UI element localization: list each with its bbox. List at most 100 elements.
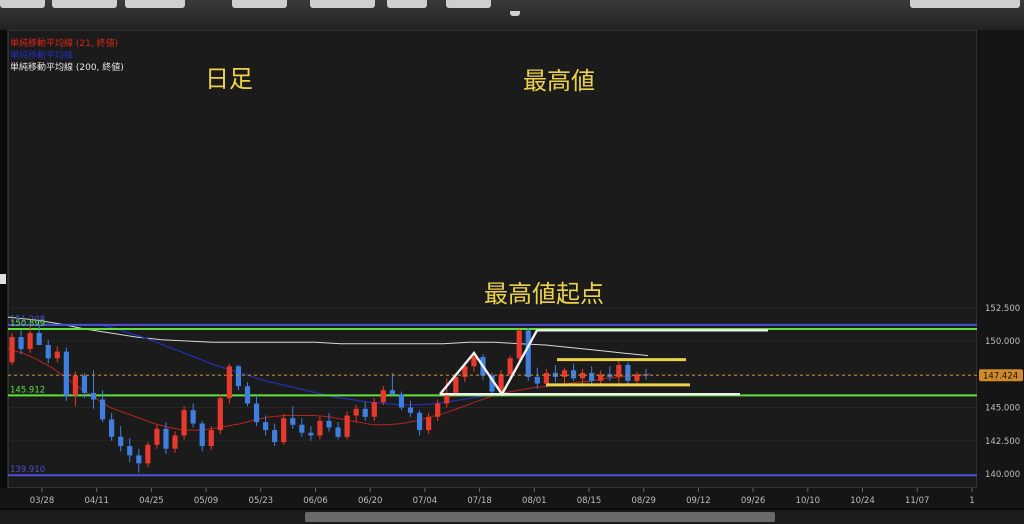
candle-body <box>362 408 368 417</box>
x-tick-label: 11/07 <box>905 496 930 506</box>
level-label: 139.910 <box>10 465 45 475</box>
candle-body <box>543 372 549 384</box>
candle-body <box>54 351 60 359</box>
candle-body <box>81 375 88 393</box>
x-tick-label: 06/06 <box>303 496 328 506</box>
candle-body <box>335 427 341 437</box>
candle-body <box>263 422 269 431</box>
candle-body <box>136 455 142 464</box>
x-tick-label: 1 <box>969 496 974 506</box>
candle <box>63 347 69 401</box>
candle-body <box>145 444 151 464</box>
candle-body <box>371 402 377 417</box>
price-axis <box>977 30 1024 488</box>
candle-body <box>281 418 287 443</box>
candle-body <box>208 430 214 447</box>
candle-body <box>190 410 196 424</box>
high-label: 最高値 <box>523 67 595 95</box>
candle-body <box>163 428 169 449</box>
candle <box>398 391 405 411</box>
timeframe-label: 日足 <box>205 65 253 93</box>
x-tick-label: 07/18 <box>467 496 492 506</box>
candle-body <box>226 366 232 399</box>
x-tick-label: 10/10 <box>796 496 821 506</box>
scroll-thumb[interactable] <box>305 512 775 522</box>
toolbar <box>0 0 1024 30</box>
candle-body <box>127 446 133 456</box>
toolbar-tab-2[interactable] <box>52 0 117 8</box>
candle <box>9 333 15 365</box>
candle-body <box>27 333 33 349</box>
candle-body <box>72 375 78 396</box>
candle-body <box>109 419 115 437</box>
toolbar-tab-1[interactable] <box>0 0 45 8</box>
candle-body <box>253 403 260 423</box>
toolbar-tab-9[interactable] <box>910 0 1020 8</box>
legend-sma200: 単純移動平均線 (200, 終値) <box>10 63 124 73</box>
candle-body <box>561 370 568 377</box>
candle-body <box>154 428 160 445</box>
legend-sma-blue: 単純移動平均線 <box>10 51 74 61</box>
y-tick-label: 152.500 <box>985 304 1020 314</box>
candle-body <box>217 398 223 431</box>
high-origin-label: 最高値起点 <box>484 280 604 308</box>
candle-body <box>516 330 522 359</box>
candle-body <box>172 435 178 449</box>
candle <box>217 394 223 435</box>
candle-body <box>63 351 69 396</box>
x-tick-label: 08/29 <box>631 496 656 506</box>
x-tick-label: 05/09 <box>194 496 219 506</box>
candle-body <box>570 370 577 379</box>
candle <box>525 327 531 381</box>
candle-body <box>99 399 106 420</box>
x-tick-label: 08/15 <box>577 496 602 506</box>
candle-body <box>353 408 359 416</box>
y-tick-label: 140.000 <box>985 470 1020 480</box>
candle-body <box>90 392 97 400</box>
candle <box>281 414 287 445</box>
candle-body <box>534 376 540 384</box>
candle-body <box>308 432 314 436</box>
candle-body <box>435 403 441 417</box>
candle-body <box>453 376 459 393</box>
candle <box>344 411 350 440</box>
candle-body <box>45 344 51 359</box>
toolbar-tab-3[interactable] <box>125 0 185 8</box>
x-tick-label: 04/25 <box>139 496 164 506</box>
candle-body <box>317 420 323 436</box>
last-price-label: 147.424 <box>983 371 1018 381</box>
x-tick-label: 06/20 <box>358 496 383 506</box>
candle-body <box>398 394 405 408</box>
candle-body <box>471 356 477 367</box>
toolbar-tab-8[interactable] <box>510 11 520 16</box>
toolbar-tab-7[interactable] <box>446 0 491 8</box>
price-chart[interactable]: 152.500150.000147.500145.000142.500140.0… <box>0 30 1024 524</box>
candle-body <box>235 366 242 387</box>
candle-body <box>389 390 395 395</box>
candle-body <box>36 333 42 345</box>
indicator-legend: 単純移動平均線 (21, 終値) 単純移動平均線 単純移動平均線 (200, 終… <box>10 38 124 74</box>
candle-body <box>507 358 513 375</box>
level-label: 150.899 <box>10 319 45 329</box>
x-tick-label: 09/12 <box>686 496 711 506</box>
candle-body <box>380 390 386 403</box>
y-tick-label: 145.000 <box>985 404 1020 414</box>
toolbar-tab-5[interactable] <box>310 0 375 8</box>
toolbar-tab-6[interactable] <box>387 0 427 8</box>
legend-sma21: 単純移動平均線 (21, 終値) <box>10 39 119 49</box>
candle-body <box>426 416 432 431</box>
y-tick-label: 150.000 <box>985 337 1020 347</box>
x-tick-label: 08/01 <box>522 496 547 506</box>
candle-body <box>344 415 350 437</box>
candle-body <box>181 410 187 436</box>
x-tick-label: 03/28 <box>30 496 55 506</box>
candle-body <box>18 337 24 349</box>
toolbar-tab-4[interactable] <box>232 0 287 8</box>
left-scroll-marker <box>0 274 6 284</box>
x-tick-label: 04/11 <box>84 496 109 506</box>
candle-body <box>118 436 124 447</box>
candle-body <box>290 418 296 425</box>
x-tick-label: 10/24 <box>850 496 875 506</box>
candle-body <box>407 407 414 413</box>
candle-body <box>9 337 15 363</box>
